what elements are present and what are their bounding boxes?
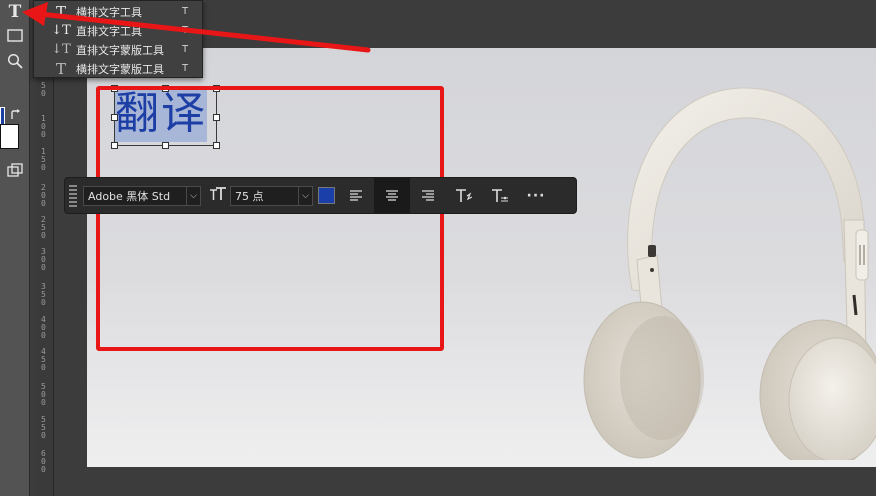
tools-panel: T — [0, 0, 30, 496]
align-right-icon — [422, 189, 434, 201]
contextual-task-bar: Adobe 黑体 Std ⌵ 75 点 ⌵ ··· — [64, 177, 577, 214]
menu-item-shortcut: T — [182, 63, 189, 74]
menu-item-label: 直排文字蒙版工具 — [76, 43, 164, 57]
chevron-down-icon[interactable]: ⌵ — [186, 186, 200, 205]
drag-grip[interactable] — [69, 184, 77, 207]
horizontal-type-icon: T — [55, 2, 66, 21]
menu-item-horizontal-type[interactable]: ■ T 横排文字工具 T — [34, 2, 202, 21]
horizontal-type-mask-icon: T — [55, 59, 66, 78]
ruler-label: 250 — [41, 215, 46, 240]
menu-item-label: 横排文字工具 — [76, 5, 142, 19]
highlight-box — [96, 86, 444, 351]
font-family-value: Adobe 黑体 Std — [88, 189, 171, 203]
character-settings-icon — [492, 188, 508, 202]
chevron-down-icon[interactable]: ⌵ — [298, 186, 312, 205]
zoom-tool-icon[interactable] — [3, 50, 27, 72]
align-center-icon — [386, 189, 398, 201]
ruler-label: 450 — [41, 347, 46, 372]
font-family-select[interactable]: Adobe 黑体 Std ⌵ — [83, 185, 201, 206]
screen-mode-icon[interactable] — [3, 159, 27, 181]
ruler-label: 200 — [41, 183, 46, 208]
ruler-label: 500 — [41, 382, 46, 407]
warp-text-icon — [456, 188, 473, 202]
character-panel-button[interactable] — [482, 178, 518, 213]
font-size-value: 75 点 — [235, 189, 264, 203]
background-color-swatch[interactable] — [0, 124, 19, 149]
align-right-button[interactable] — [410, 178, 446, 213]
text-color-swatch[interactable] — [318, 187, 335, 204]
rectangle-tool-icon[interactable] — [3, 24, 27, 46]
warp-text-button[interactable] — [446, 178, 482, 213]
headphones-image — [583, 87, 876, 460]
menu-item-label: 直排文字工具 — [76, 24, 142, 38]
vertical-ruler: 50 100 150 200 250 300 350 400 450 500 5… — [36, 78, 54, 496]
align-center-button[interactable] — [374, 178, 410, 213]
ruler-label: 100 — [41, 114, 46, 139]
menu-item-vertical-type-mask[interactable]: ↓T 直排文字蒙版工具 T — [34, 40, 202, 59]
ruler-label: 300 — [41, 247, 46, 272]
ruler-label: 50 — [41, 81, 46, 98]
menu-item-horizontal-type-mask[interactable]: T 横排文字蒙版工具 T — [34, 59, 202, 78]
menu-item-shortcut: T — [182, 25, 189, 36]
menu-item-shortcut: T — [182, 44, 189, 55]
ruler-label: 550 — [41, 415, 46, 440]
type-tool-flyout-menu: ■ T 横排文字工具 T ↓T 直排文字工具 T ↓T 直排文字蒙版工具 T T… — [33, 0, 203, 78]
vertical-type-mask-icon: ↓T — [51, 42, 71, 57]
menu-item-label: 横排文字蒙版工具 — [76, 62, 164, 76]
align-left-button[interactable] — [338, 178, 374, 213]
selected-bullet-icon: ■ — [36, 7, 44, 16]
font-size-icon — [209, 186, 226, 205]
ruler-label: 150 — [41, 147, 46, 172]
ruler-label: 350 — [41, 282, 46, 307]
font-size-select[interactable]: 75 点 ⌵ — [230, 185, 313, 206]
align-left-icon — [350, 189, 362, 201]
menu-item-vertical-type[interactable]: ↓T 直排文字工具 T — [34, 21, 202, 40]
ruler-label: 600 — [41, 449, 46, 474]
vertical-type-icon: ↓T — [51, 23, 71, 38]
ruler-label: 400 — [41, 315, 46, 340]
more-options-button[interactable]: ··· — [518, 178, 554, 213]
menu-item-shortcut: T — [182, 6, 189, 17]
type-tool-icon[interactable]: T — [3, 1, 27, 23]
swap-colors-icon[interactable] — [9, 104, 23, 126]
